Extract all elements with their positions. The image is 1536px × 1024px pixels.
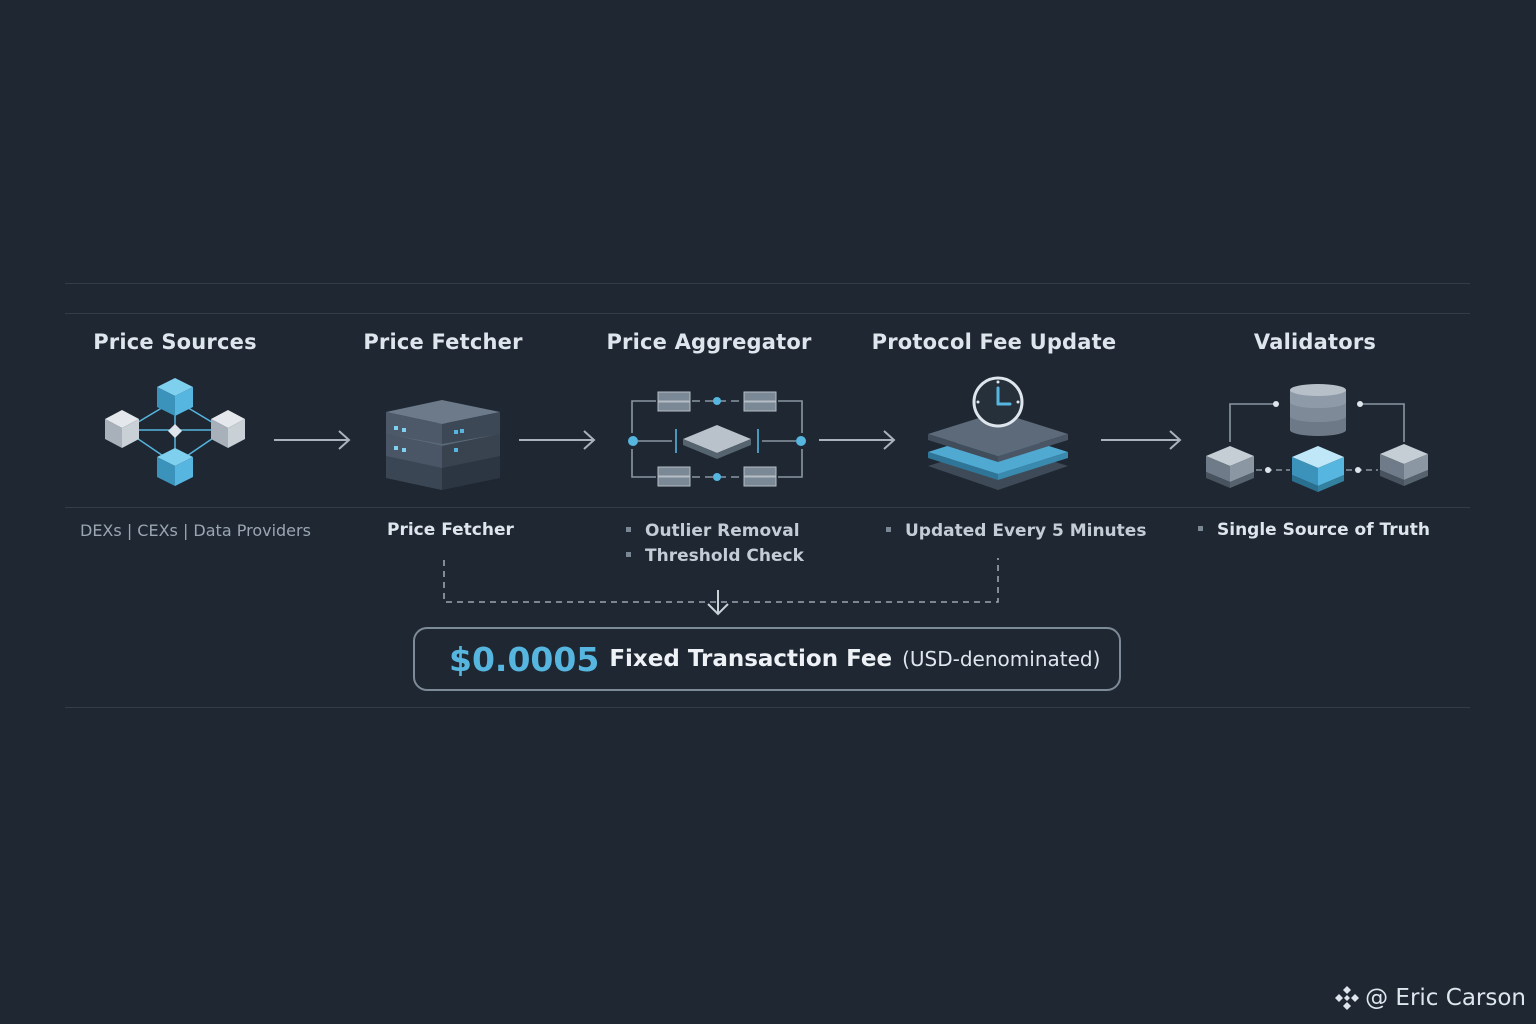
list-item: Updated Every 5 Minutes — [886, 521, 1146, 541]
watermark-text: @ Eric Carson — [1365, 985, 1526, 1011]
stage-title-price-fetcher: Price Fetcher — [363, 330, 523, 354]
stage-title-price-sources: Price Sources — [93, 330, 257, 354]
bullet-icon — [626, 526, 631, 532]
price-sources-caption: DEXs | CEXs | Data Providers — [80, 521, 311, 540]
bullet-icon — [1198, 525, 1203, 531]
clock-layers-icon — [928, 376, 1068, 490]
watermark: @ Eric Carson — [1333, 984, 1526, 1012]
fee-note: (USD-denominated) — [902, 647, 1101, 671]
aggregator-network-icon — [628, 391, 806, 487]
bottom-divider — [65, 707, 1470, 708]
price-fetcher-caption: Price Fetcher — [387, 520, 514, 540]
flow-arrow-4 — [1101, 430, 1182, 450]
list-item: Outlier Removal — [626, 521, 800, 541]
fee-amount: $0.0005 — [449, 639, 600, 679]
stage-title-validators: Validators — [1253, 330, 1377, 354]
fee-label: Fixed Transaction Fee — [609, 646, 893, 672]
flow-arrow-2 — [519, 430, 596, 450]
middle-divider — [65, 507, 1470, 508]
list-item: Single Source of Truth — [1198, 520, 1430, 540]
stage-title-protocol-fee-update: Protocol Fee Update — [871, 330, 1117, 354]
stage-title-price-aggregator: Price Aggregator — [606, 330, 812, 354]
fee-summary-box: $0.0005 Fixed Transaction Fee (USD-denom… — [413, 627, 1121, 691]
server-stack-icon — [386, 400, 500, 490]
binance-logo-icon — [1335, 986, 1360, 1010]
database-validators-icon — [1206, 384, 1428, 492]
flow-arrow-3 — [819, 430, 896, 450]
bullet-icon — [886, 526, 891, 532]
fee-connector — [443, 558, 999, 616]
flow-arrow-1 — [274, 430, 351, 450]
top-divider-2 — [65, 313, 1470, 314]
cube-network-icon — [105, 378, 245, 486]
top-divider — [65, 283, 1470, 284]
